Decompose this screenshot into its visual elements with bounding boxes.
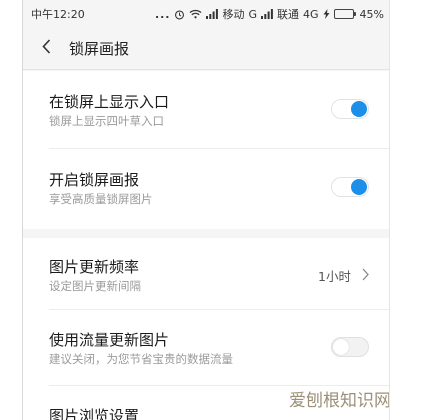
charging-icon — [323, 9, 330, 19]
enable-wallpaper-toggle[interactable] — [331, 177, 369, 197]
chevron-left-icon — [41, 39, 51, 58]
status-dots: ... — [154, 7, 171, 21]
status-time: 中午12:20 — [31, 8, 85, 21]
signal-icon — [206, 9, 219, 19]
signal-icon — [261, 9, 273, 19]
network-type-2: 4G — [303, 7, 319, 21]
wifi-icon — [189, 9, 202, 19]
show-entry-toggle[interactable] — [331, 99, 369, 119]
mobile-data-toggle[interactable] — [331, 337, 369, 357]
setting-subtitle: 锁屏上显示四叶草入口 — [49, 114, 164, 128]
back-button[interactable] — [23, 28, 69, 70]
setting-row-enable-wallpaper[interactable]: 开启锁屏画报 享受高质量锁屏图片 — [23, 149, 389, 229]
setting-row-show-entry[interactable]: 在锁屏上显示入口 锁屏上显示四叶草入口 — [23, 71, 389, 149]
setting-title: 使用流量更新图片 — [49, 331, 170, 349]
battery-icon — [333, 9, 356, 19]
carrier-2: 联通 — [277, 8, 300, 21]
setting-title: 开启锁屏画报 — [49, 171, 140, 189]
setting-title: 图片浏览设置 — [49, 407, 140, 420]
network-type-1: G — [248, 7, 258, 21]
nav-bar: 锁屏画报 — [23, 28, 389, 70]
battery-percent: 45% — [359, 7, 384, 21]
setting-subtitle: 享受高质量锁屏图片 — [49, 192, 153, 206]
browse-settings-value: 杂志 — [326, 416, 351, 420]
phone-screen: 中午12:20 ... 移动 G 联通 4G 45% 锁屏画报 在锁屏上显示入口… — [22, 0, 390, 420]
setting-row-update-frequency[interactable]: 图片更新频率 设定图片更新间隔 1小时 — [23, 238, 389, 310]
setting-row-mobile-data-update[interactable]: 使用流量更新图片 建议关闭，为您节省宝贵的数据流量 — [23, 310, 389, 386]
status-icons: ... 移动 G 联通 4G 45% — [155, 6, 384, 22]
carrier-1: 移动 — [222, 8, 245, 21]
setting-title: 在锁屏上显示入口 — [49, 93, 170, 111]
update-frequency-value: 1小时 — [318, 269, 351, 284]
alarm-icon — [174, 9, 185, 20]
watermark: 爱刨根知识网 — [289, 391, 390, 411]
page-title: 锁屏画报 — [69, 40, 130, 58]
setting-title: 图片更新频率 — [49, 258, 140, 276]
settings-group-1: 在锁屏上显示入口 锁屏上显示四叶草入口 开启锁屏画报 享受高质量锁屏图片 — [23, 71, 389, 229]
setting-subtitle: 设定图片更新间隔 — [49, 279, 141, 293]
chevron-right-icon — [362, 266, 369, 285]
setting-subtitle: 建议关闭，为您节省宝贵的数据流量 — [49, 352, 233, 366]
status-bar: 中午12:20 ... 移动 G 联通 4G 45% — [23, 0, 389, 28]
